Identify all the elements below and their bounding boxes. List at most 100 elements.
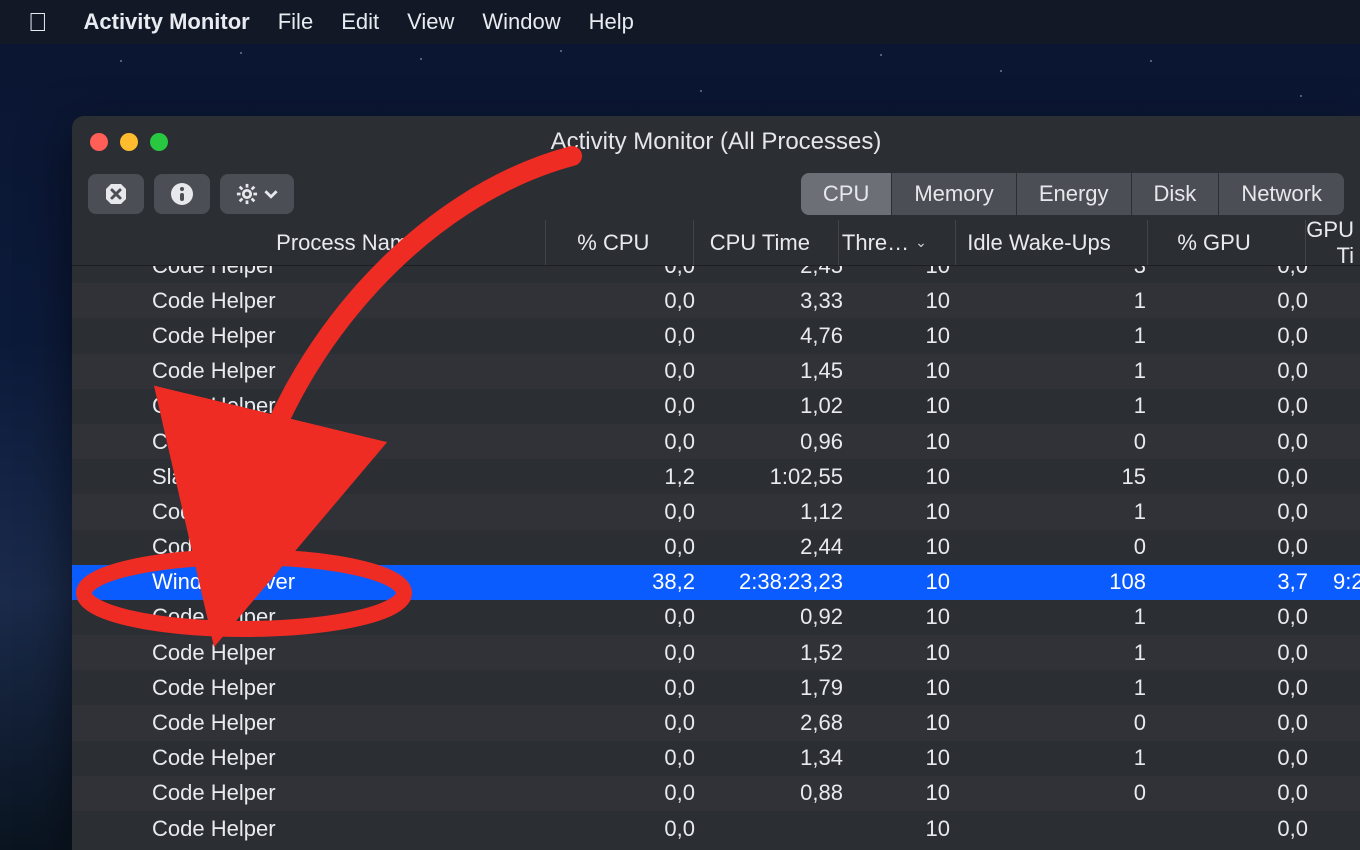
titlebar [72, 116, 1360, 168]
cell-process-name: Code Helper [72, 358, 555, 384]
cell-idle-wakeups: 1 [975, 604, 1171, 630]
table-row[interactable]: Code Helper0,01,451010,0 [72, 354, 1360, 389]
cell-idle-wakeups: 1 [975, 358, 1171, 384]
table-row[interactable]: Code Helper0,03,331010,0 [72, 283, 1360, 318]
col-cpu-time[interactable]: CPU Time [693, 220, 838, 265]
table-row[interactable]: Slack Helper1,21:02,5510150,0 [72, 459, 1360, 494]
cell-cpu: 0,0 [555, 534, 707, 560]
tab-memory[interactable]: Memory [892, 173, 1016, 215]
cell-gpu: 0,0 [1171, 393, 1333, 419]
cell-idle-wakeups: 1 [975, 499, 1171, 525]
col-idle-wakeups[interactable]: Idle Wake-Ups [955, 220, 1147, 265]
col-gpu-time[interactable]: GPU Ti [1305, 220, 1360, 265]
cell-idle-wakeups: 1 [975, 640, 1171, 666]
cell-cpu-time: 3,33 [707, 288, 855, 314]
cell-idle-wakeups: 0 [975, 429, 1171, 455]
cell-idle-wakeups: 0 [975, 780, 1171, 806]
cell-cpu: 0,0 [555, 266, 707, 279]
menu-edit[interactable]: Edit [341, 9, 379, 35]
cell-gpu: 0,0 [1171, 464, 1333, 490]
cell-process-name: Code Helper [72, 429, 555, 455]
table-row[interactable]: Code Helper0,02,441000,0 [72, 530, 1360, 565]
cell-cpu: 0,0 [555, 816, 707, 842]
activity-monitor-window: Activity Monitor (All Processes) [72, 116, 1360, 850]
cell-threads: 10 [855, 266, 975, 279]
table-row[interactable]: Code Helper0,00,961000,0 [72, 424, 1360, 459]
info-button[interactable] [154, 174, 210, 214]
cell-gpu: 0,0 [1171, 816, 1333, 842]
cell-threads: 10 [855, 604, 975, 630]
tab-disk[interactable]: Disk [1132, 173, 1220, 215]
cell-cpu-time: 0,96 [707, 429, 855, 455]
cell-cpu-time: 2:38:23,23 [707, 569, 855, 595]
col-threads[interactable]: Thre… ⌄ [838, 220, 956, 265]
sort-indicator-icon: ⌄ [915, 234, 927, 251]
menu-window[interactable]: Window [482, 9, 560, 35]
cell-cpu: 38,2 [555, 569, 707, 595]
table-row[interactable]: Code Helper0,01,521010,0 [72, 635, 1360, 670]
col-gpu[interactable]: % GPU [1147, 220, 1306, 265]
cell-threads: 10 [855, 358, 975, 384]
table-row[interactable]: Code Helper0,01,121010,0 [72, 494, 1360, 529]
cell-process-name: Code Helper [72, 393, 555, 419]
tab-bar: CPU Memory Energy Disk Network [801, 173, 1344, 215]
toolbar: CPU Memory Energy Disk Network [72, 168, 1360, 220]
cell-idle-wakeups: 3 [975, 266, 1171, 279]
cell-idle-wakeups: 1 [975, 675, 1171, 701]
minimize-icon[interactable] [120, 133, 138, 151]
cell-idle-wakeups: 0 [975, 710, 1171, 736]
cell-gpu: 0,0 [1171, 266, 1333, 279]
table-row[interactable]: WindowServer38,22:38:23,23101083,79:24:2 [72, 565, 1360, 600]
table-header: Process Name % CPU CPU Time Thre… ⌄ Idle… [72, 220, 1360, 266]
menu-help[interactable]: Help [589, 9, 634, 35]
table-row[interactable]: Code Helper0,01,021010,0 [72, 389, 1360, 424]
cell-cpu-time: 1,52 [707, 640, 855, 666]
cell-threads: 10 [855, 816, 975, 842]
cell-cpu-time: 4,76 [707, 323, 855, 349]
cell-gpu: 0,0 [1171, 780, 1333, 806]
cell-gpu: 0,0 [1171, 534, 1333, 560]
cell-gpu: 0,0 [1171, 358, 1333, 384]
cell-gpu: 0,0 [1171, 745, 1333, 771]
table-row[interactable]: Code Helper0,02,681000,0 [72, 705, 1360, 740]
cell-cpu-time: 1,12 [707, 499, 855, 525]
cell-process-name: Code Helper [72, 816, 555, 842]
table-row[interactable]: Code Helper0,0100,0 [72, 811, 1360, 846]
table-row[interactable]: Code Helper0,01,791010,0 [72, 670, 1360, 705]
table-row[interactable]: Code Helper0,00,921010,0 [72, 600, 1360, 635]
cell-gpu: 0,0 [1171, 710, 1333, 736]
chevron-down-icon [264, 187, 278, 201]
menu-view[interactable]: View [407, 9, 454, 35]
table-row[interactable]: Code Helper0,04,761010,0 [72, 318, 1360, 353]
table-row[interactable]: Code Helper0,02,451030,0 [72, 266, 1360, 283]
cell-cpu: 0,0 [555, 745, 707, 771]
table-row[interactable]: Code Helper0,00,881000,0 [72, 776, 1360, 811]
cell-threads: 10 [855, 710, 975, 736]
info-icon [170, 182, 194, 206]
cell-threads: 10 [855, 534, 975, 560]
col-process-name[interactable]: Process Name [72, 220, 545, 265]
apple-menu-icon[interactable]:  [28, 7, 48, 38]
stop-icon [104, 182, 128, 206]
table-row[interactable]: Code Helper0,01,341010,0 [72, 741, 1360, 776]
cell-cpu: 0,0 [555, 358, 707, 384]
cell-gpu: 0,0 [1171, 675, 1333, 701]
col-cpu[interactable]: % CPU [545, 220, 693, 265]
cell-gpu: 0,0 [1171, 604, 1333, 630]
tab-network[interactable]: Network [1219, 173, 1344, 215]
stop-process-button[interactable] [88, 174, 144, 214]
close-icon[interactable] [90, 133, 108, 151]
tab-energy[interactable]: Energy [1017, 173, 1132, 215]
fullscreen-icon[interactable] [150, 133, 168, 151]
menu-file[interactable]: File [278, 9, 313, 35]
cell-idle-wakeups: 15 [975, 464, 1171, 490]
app-menu[interactable]: Activity Monitor [84, 9, 250, 35]
cell-cpu: 0,0 [555, 780, 707, 806]
settings-dropdown-button[interactable] [220, 174, 294, 214]
cell-cpu-time: 1,45 [707, 358, 855, 384]
cell-threads: 10 [855, 393, 975, 419]
cell-cpu-time: 0,92 [707, 604, 855, 630]
cell-gpu-time: 9:24:2 [1333, 569, 1360, 595]
menubar:  Activity Monitor File Edit View Window… [0, 0, 1360, 44]
tab-cpu[interactable]: CPU [801, 173, 892, 215]
